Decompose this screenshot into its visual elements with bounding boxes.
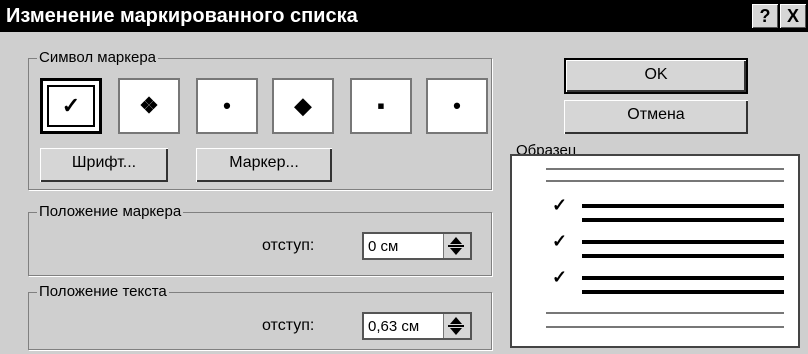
- bullet-option-diamond[interactable]: ◆: [272, 78, 334, 134]
- preview-check-icon: ✓: [552, 267, 568, 287]
- preview-bullet-line: [582, 276, 784, 280]
- marker-position-group-title: Положение маркера: [37, 203, 184, 221]
- text-indent-stepper[interactable]: [443, 314, 470, 338]
- preview-bullet-line: [582, 240, 784, 244]
- dialog-window: Изменение маркированного списка ? X Симв…: [0, 0, 808, 354]
- diamond-cross-icon: ❖: [139, 93, 159, 118]
- arrow-up-icon[interactable]: [450, 237, 462, 244]
- marker-indent-spinner[interactable]: [362, 232, 472, 260]
- arrow-down-icon[interactable]: [450, 248, 462, 255]
- text-position-group-title: Положение текста: [37, 283, 169, 301]
- text-indent-spinner[interactable]: [362, 312, 472, 340]
- text-indent-input[interactable]: [366, 315, 448, 337]
- preview-bullet-line: [582, 254, 784, 258]
- title-bar: Изменение маркированного списка ? X: [0, 0, 808, 32]
- help-button[interactable]: ?: [752, 4, 778, 28]
- cancel-button[interactable]: Отмена: [564, 100, 748, 134]
- preview-bullet-line: [582, 290, 784, 294]
- marker-button[interactable]: Маркер...: [196, 148, 332, 182]
- bullet-symbol-group-title: Символ маркера: [37, 49, 159, 67]
- marker-indent-input[interactable]: [366, 235, 448, 257]
- preview-bullet-line: [582, 218, 784, 222]
- font-button[interactable]: Шрифт...: [40, 148, 168, 182]
- ok-button[interactable]: OK: [564, 58, 748, 94]
- preview-check-icon: ✓: [552, 231, 568, 251]
- square-icon: ▪: [377, 93, 385, 118]
- dialog-title: Изменение маркированного списка: [6, 5, 358, 27]
- bullet-option-dot[interactable]: •: [196, 78, 258, 134]
- bullet-option-check[interactable]: ✓: [40, 78, 102, 134]
- marker-indent-stepper[interactable]: [443, 234, 470, 258]
- stepper-divider: [448, 245, 464, 247]
- bullet-option-square[interactable]: ▪: [350, 78, 412, 134]
- bullet-option-small-dot[interactable]: •: [426, 78, 488, 134]
- small-dot-icon: •: [453, 93, 461, 118]
- close-button[interactable]: X: [780, 4, 806, 28]
- preview-line: [546, 326, 784, 328]
- text-indent-label: отступ:: [262, 317, 315, 334]
- check-icon: ✓: [47, 85, 95, 127]
- preview-line: [546, 180, 784, 182]
- bullet-option-diamond-cross[interactable]: ❖: [118, 78, 180, 134]
- dot-icon: •: [223, 93, 231, 118]
- marker-indent-label: отступ:: [262, 237, 315, 254]
- sample-preview: ✓ ✓ ✓: [510, 154, 800, 348]
- preview-line: [546, 312, 784, 314]
- preview-check-icon: ✓: [552, 195, 568, 215]
- preview-line: [546, 168, 784, 170]
- arrow-up-icon[interactable]: [450, 317, 462, 324]
- stepper-divider: [448, 325, 464, 327]
- preview-bullet-line: [582, 204, 784, 208]
- diamond-icon: ◆: [294, 93, 312, 118]
- arrow-down-icon[interactable]: [450, 328, 462, 335]
